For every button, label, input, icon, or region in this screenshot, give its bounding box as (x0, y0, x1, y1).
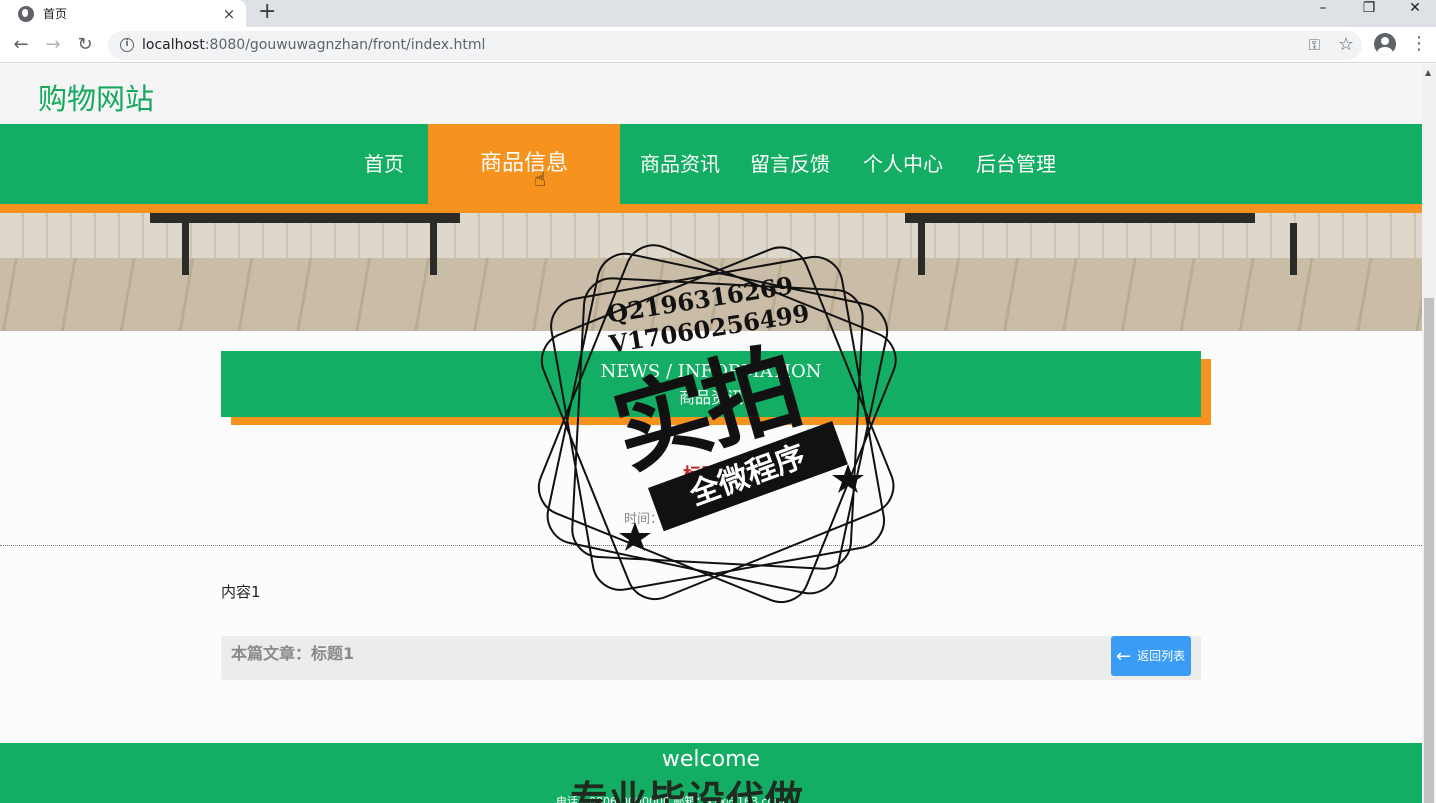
close-tab-icon[interactable]: × (218, 5, 240, 23)
page-scrollbar[interactable]: ▲ (1422, 64, 1436, 803)
article-footer-bar: 本篇文章：标题1 ← 返回列表 (221, 636, 1201, 680)
browser-tab-bar: 首页 × + – ❐ ✕ (0, 0, 1436, 27)
forward-button[interactable]: → (40, 32, 66, 58)
reload-button[interactable]: ↻ (72, 32, 98, 58)
minimize-button[interactable]: – (1300, 0, 1346, 27)
hand-cursor-icon: ☝ (534, 167, 547, 191)
bookmark-star-icon[interactable]: ☆ (1338, 34, 1354, 55)
scroll-up-arrow-icon[interactable]: ▲ (1425, 68, 1431, 77)
back-to-list-label: 返回列表 (1137, 649, 1186, 663)
article-content: 内容1 (221, 583, 261, 601)
url-text[interactable]: localhost:8080/gouwuwagnzhan/front/index… (142, 37, 485, 53)
nav-item-profile[interactable]: 个人中心 (855, 124, 951, 204)
browser-tab[interactable]: 首页 × (0, 0, 246, 27)
close-window-button[interactable]: ✕ (1392, 0, 1436, 27)
profile-avatar-icon[interactable] (1374, 33, 1396, 55)
arrow-left-icon: ← (1116, 645, 1132, 667)
site-header: 购物网站 (0, 64, 1422, 124)
nav-accent-bar (0, 204, 1422, 213)
footer-watermark-text: 专业毕设代做 (570, 778, 805, 803)
site-info-icon[interactable]: i (120, 38, 134, 52)
back-button[interactable]: ← (8, 32, 34, 58)
site-logo[interactable]: 购物网站 (38, 76, 154, 118)
browser-menu-icon[interactable]: ⋮ (1410, 33, 1428, 54)
tab-title: 首页 (43, 7, 68, 21)
bench-left (150, 213, 460, 223)
new-tab-button[interactable]: + (258, 1, 276, 23)
site-footer: welcome 电话：0806-0000000 邮箱：xxx@163.com 专… (0, 743, 1422, 803)
main-nav: 首页 商品信息 商品资讯 留言反馈 个人中心 后台管理 (0, 124, 1422, 204)
nav-item-admin[interactable]: 后台管理 (968, 124, 1064, 204)
back-to-list-button[interactable]: ← 返回列表 (1111, 636, 1191, 676)
address-bar[interactable]: i localhost:8080/gouwuwagnzhan/front/ind… (108, 31, 1362, 60)
scroll-thumb[interactable] (1424, 298, 1434, 803)
nav-item-products[interactable]: 商品信息 (428, 124, 620, 204)
restore-button[interactable]: ❐ (1346, 0, 1392, 27)
nav-item-news[interactable]: 商品资讯 (632, 124, 728, 204)
key-icon[interactable]: ⚿ (1309, 36, 1320, 54)
browser-toolbar: ← → ↻ i localhost:8080/gouwuwagnzhan/fro… (0, 27, 1436, 63)
bench-right (905, 213, 1255, 223)
nav-item-feedback[interactable]: 留言反馈 (742, 124, 838, 204)
nav-item-home[interactable]: 首页 (344, 124, 424, 204)
divider (0, 545, 1422, 546)
current-article-label: 本篇文章：标题1 (231, 644, 355, 663)
globe-icon (18, 5, 34, 22)
